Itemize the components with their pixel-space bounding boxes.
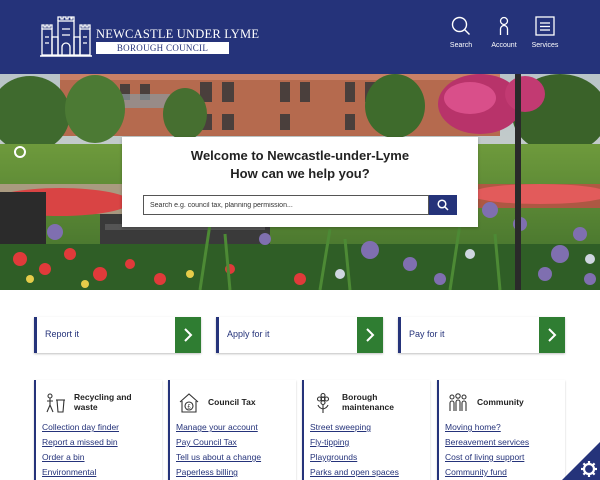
card-title-line2: maintenance — [342, 402, 394, 412]
report-it-label: Report it — [45, 329, 80, 339]
site-header: NEWCASTLE UNDER LYME BOROUGH COUNCIL Sea… — [0, 0, 600, 74]
search-icon — [451, 16, 470, 35]
ring-decoration — [14, 146, 26, 158]
search-submit-button[interactable] — [429, 195, 457, 215]
link-collection-day-finder[interactable]: Collection day finder — [42, 422, 119, 432]
welcome-heading: Welcome to Newcastle-under-Lyme — [190, 148, 410, 163]
search-icon — [437, 199, 449, 211]
logo-title: NEWCASTLE UNDER LYME — [96, 27, 260, 41]
services-nav-label: Services — [531, 42, 559, 49]
card-title: Council Tax — [208, 397, 256, 407]
category-card-borough-maintenance: Borough maintenance Street sweeping Fly-… — [302, 380, 430, 480]
link-fly-tipping[interactable]: Fly-tipping — [310, 437, 349, 447]
link-paperless-billing[interactable]: Paperless billing — [176, 467, 238, 477]
pound-house-icon: £ — [179, 393, 199, 413]
cookie-settings-button[interactable] — [562, 442, 600, 480]
link-environmental[interactable]: Environmental — [42, 467, 96, 477]
arrow-right-icon — [175, 317, 201, 353]
recycling-bin-icon — [46, 393, 65, 413]
services-nav-button[interactable]: Services — [525, 16, 565, 58]
arrow-right-icon — [539, 317, 565, 353]
report-it-button[interactable]: Report it — [34, 317, 201, 353]
apply-for-it-button[interactable]: Apply for it — [216, 317, 383, 353]
link-manage-account[interactable]: Manage your account — [176, 422, 258, 432]
menu-icon — [535, 16, 555, 36]
arrow-right-icon — [357, 317, 383, 353]
castle-icon — [40, 16, 92, 57]
help-heading: How can we help you? — [230, 166, 370, 181]
link-community-fund[interactable]: Community fund — [445, 467, 507, 477]
link-report-missed-bin[interactable]: Report a missed bin — [42, 437, 118, 447]
apply-for-it-label: Apply for it — [227, 329, 270, 339]
link-bereavement-services[interactable]: Bereavement services — [445, 437, 529, 447]
account-nav-label: Account — [491, 42, 517, 49]
link-tell-us-change[interactable]: Tell us about a change — [176, 452, 261, 462]
flower-icon — [316, 392, 330, 413]
link-moving-home[interactable]: Moving home? — [445, 422, 501, 432]
card-title-line2: waste — [74, 402, 98, 412]
category-card-council-tax: £ Council Tax Manage your account Pay Co… — [168, 380, 296, 480]
pay-for-it-label: Pay for it — [409, 329, 445, 339]
council-logo[interactable]: NEWCASTLE UNDER LYME BOROUGH COUNCIL — [40, 15, 259, 57]
link-playgrounds[interactable]: Playgrounds — [310, 452, 357, 462]
category-card-community: Community Moving home? Bereavement servi… — [437, 380, 565, 480]
link-cost-of-living[interactable]: Cost of living support — [445, 452, 524, 462]
search-nav-button[interactable]: Search — [441, 16, 481, 58]
people-icon — [449, 393, 467, 411]
link-parks-open-spaces[interactable]: Parks and open spaces — [310, 467, 399, 477]
card-title: Community — [477, 397, 524, 407]
logo-subtitle: BOROUGH COUNCIL — [96, 42, 229, 54]
pay-for-it-button[interactable]: Pay for it — [398, 317, 565, 353]
category-card-recycling: Recycling and waste Collection day finde… — [34, 380, 162, 480]
search-input[interactable] — [143, 195, 429, 215]
link-order-a-bin[interactable]: Order a bin — [42, 452, 85, 462]
search-nav-label: Search — [449, 42, 473, 49]
link-pay-council-tax[interactable]: Pay Council Tax — [176, 437, 237, 447]
account-nav-button[interactable]: Account — [484, 16, 524, 58]
search-card: Welcome to Newcastle-under-Lyme How can … — [122, 137, 478, 227]
link-street-sweeping[interactable]: Street sweeping — [310, 422, 371, 432]
account-icon — [499, 16, 509, 35]
